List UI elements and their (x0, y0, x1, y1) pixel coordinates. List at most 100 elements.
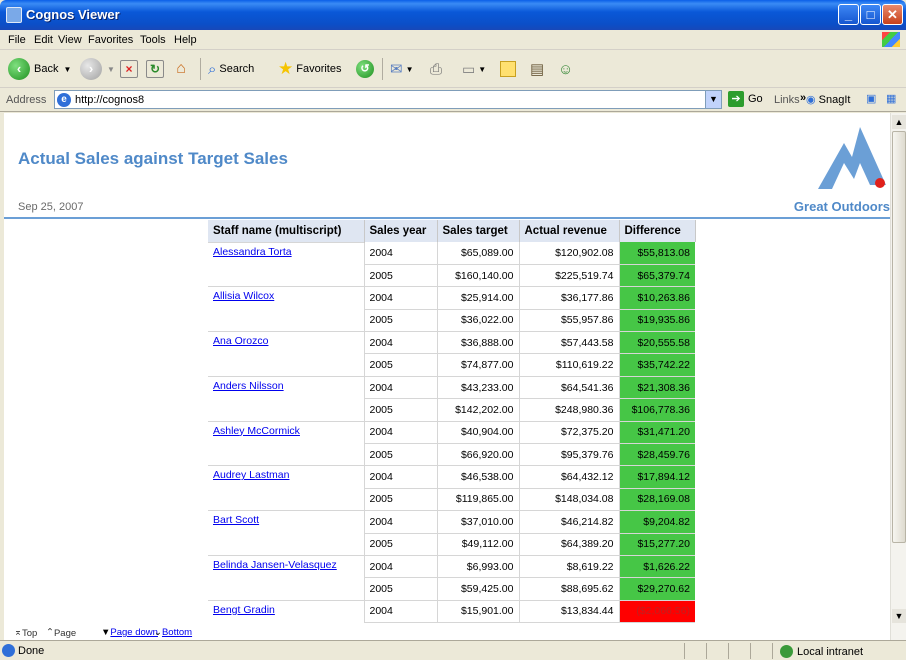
mail-button[interactable]: ✉ ▼ (390, 57, 414, 81)
minimize-button[interactable]: _ (838, 4, 859, 25)
sales-year-cell: 2005 (364, 264, 438, 288)
status-text: Done (18, 645, 45, 657)
actual-revenue-cell: $46,214.82 (519, 510, 620, 534)
pager-bottom-link[interactable]: Bottom (162, 627, 192, 638)
menu-view[interactable]: View (58, 34, 82, 46)
difference-cell: $21,308.36 (619, 376, 695, 400)
status-separator (684, 643, 685, 659)
menu-file[interactable]: File (8, 34, 26, 46)
sales-target-cell: $40,904.00 (437, 421, 520, 445)
staff-name-cell (208, 577, 365, 601)
page-content: Actual Sales against Target Sales Sep 25… (4, 113, 890, 640)
staff-name-cell: Bengt Gradin (208, 599, 365, 623)
sales-year-cell: 2005 (364, 353, 438, 377)
staff-name-link[interactable]: Audrey Lastman (213, 469, 289, 481)
column-header-target[interactable]: Sales target (437, 220, 520, 242)
snagit-icon: ◉ (806, 94, 816, 106)
page-status-icon (2, 644, 15, 657)
refresh-button[interactable]: ↻ (146, 57, 164, 81)
research-button[interactable]: ▤ (530, 57, 544, 81)
column-header-actual[interactable]: Actual revenue (519, 220, 620, 242)
pager-page-down-link[interactable]: Page down (110, 627, 158, 638)
staff-name-link[interactable]: Ashley McCormick (213, 425, 300, 437)
staff-name-cell: Allisia Wilcox (208, 286, 365, 310)
staff-name-link[interactable]: Anders Nilsson (213, 380, 284, 392)
actual-revenue-cell: $225,519.74 (519, 264, 620, 288)
sales-target-cell: $36,022.00 (437, 309, 520, 333)
scroll-up-icon[interactable]: ▲ (892, 115, 906, 129)
sales-year-cell: 2005 (364, 443, 438, 467)
window-title: Cognos Viewer (26, 7, 120, 22)
messenger-icon: ☺ (558, 60, 574, 78)
sales-table: Staff name (multiscript) Sales year Sale… (208, 220, 696, 624)
messenger-button[interactable]: ☺ (558, 57, 573, 81)
actual-revenue-cell: $64,389.20 (519, 533, 620, 556)
staff-name-link[interactable]: Ana Orozco (213, 335, 268, 347)
column-header-staff[interactable]: Staff name (multiscript) (208, 220, 365, 242)
scroll-thumb[interactable] (892, 131, 906, 543)
snagit-button[interactable]: ◉ SnagIt (806, 93, 850, 106)
favorites-button[interactable]: ★ Favorites (278, 57, 342, 81)
menu-favorites[interactable]: Favorites (88, 34, 133, 46)
pager-bottom[interactable]: ⌄Bottom (154, 627, 192, 638)
forward-arrow-icon: › (80, 58, 102, 80)
table-row: Allisia Wilcox 2004 $25,914.00 $36,177.86 $1… (208, 286, 695, 310)
menu-help[interactable]: Help (174, 34, 197, 46)
sales-target-cell: $59,425.00 (437, 577, 520, 601)
header-divider (4, 217, 890, 219)
menu-edit[interactable]: Edit (34, 34, 53, 46)
stop-button[interactable]: × (120, 57, 138, 81)
staff-name-link[interactable]: Allisia Wilcox (213, 290, 274, 302)
scroll-down-icon[interactable]: ▼ (892, 609, 906, 623)
forward-button[interactable]: › ▼ (80, 57, 115, 81)
staff-name-link[interactable]: Belinda Jansen-Velasquez (213, 559, 337, 571)
menu-tools[interactable]: Tools (140, 34, 166, 46)
back-button[interactable]: ‹ Back ▼ (8, 57, 71, 81)
status-separator (728, 643, 729, 659)
sales-target-cell: $46,538.00 (437, 465, 520, 489)
actual-revenue-cell: $95,379.76 (519, 443, 620, 467)
home-button[interactable]: ⌂ (172, 57, 190, 81)
zone-label: Local intranet (797, 645, 864, 658)
sales-year-cell: 2005 (364, 309, 438, 333)
page-navigation: ⌅ Top ⌃ Page up ▼Page down ⌄Bottom (4, 626, 890, 650)
status-separator (772, 643, 773, 659)
staff-name-link[interactable]: Alessandra Torta (213, 246, 292, 258)
pager-page-down[interactable]: ▼Page down (101, 627, 158, 638)
search-button[interactable]: ⌕ Search (208, 57, 254, 81)
difference-cell: $17,894.12 (619, 465, 695, 489)
table-body: Alessandra Torta 2004 $65,089.00 $120,902.0… (208, 241, 695, 624)
print-button[interactable]: ⎙ (430, 57, 442, 81)
address-dropdown-icon[interactable]: ▼ (705, 91, 721, 108)
sales-target-cell: $15,901.00 (437, 600, 520, 624)
links-button[interactable]: Links (774, 94, 800, 106)
pager-page-up[interactable]: ⌃ Page up (46, 627, 76, 650)
vertical-scrollbar[interactable]: ▲ ▼ (890, 113, 906, 640)
toolbar-separator (382, 58, 383, 80)
discuss-button[interactable] (500, 57, 516, 81)
snagit-label: SnagIt (818, 94, 851, 106)
staff-name-link[interactable]: Bart Scott (213, 514, 259, 526)
snagit-capture-icon[interactable]: ▣ (866, 92, 876, 105)
actual-revenue-cell: $110,619.22 (519, 353, 620, 377)
snagit-editor-icon[interactable]: ▦ (886, 92, 896, 105)
staff-name-cell (208, 353, 365, 377)
address-input[interactable]: e http://cognos8 ▼ (54, 90, 722, 109)
edit-dropdown-icon: ▼ (478, 64, 487, 74)
address-url[interactable]: http://cognos8 (75, 94, 144, 106)
staff-name-link[interactable]: Bengt Gradin (213, 604, 275, 616)
sales-target-cell: $160,140.00 (437, 264, 520, 288)
title-bar[interactable]: Cognos Viewer _ □ ✕ (0, 0, 906, 30)
history-button[interactable]: ↺ (356, 57, 374, 81)
close-button[interactable]: ✕ (882, 4, 903, 25)
difference-cell: $55,813.08 (619, 242, 695, 265)
table-row: Ashley McCormick 2004 $40,904.00 $72,375.20… (208, 420, 695, 445)
staff-name-cell: Bart Scott (208, 510, 365, 534)
windows-logo-icon (882, 32, 900, 47)
pager-top[interactable]: ⌅ Top (14, 627, 37, 639)
maximize-button[interactable]: □ (860, 4, 881, 25)
go-button[interactable]: ➔ Go (728, 91, 763, 107)
edit-button[interactable]: ▭ ▼ (462, 57, 486, 81)
column-header-difference[interactable]: Difference (619, 220, 696, 242)
column-header-year[interactable]: Sales year (364, 220, 438, 242)
